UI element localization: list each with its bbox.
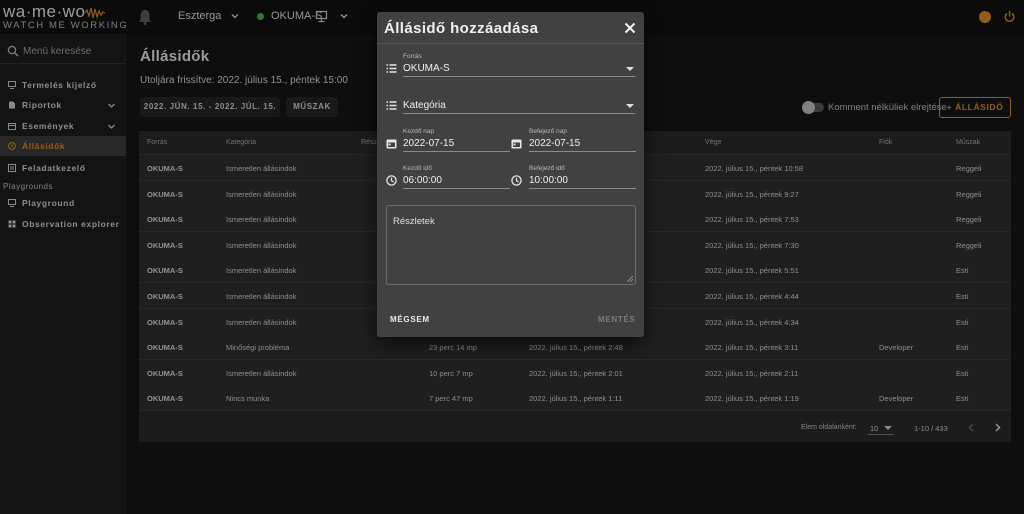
calendar-icon[interactable] [386,138,397,149]
source-underline [403,76,635,77]
end-date-underline [529,151,636,152]
clock-icon[interactable] [511,175,522,186]
caret-down-icon[interactable] [626,67,634,71]
start-date-underline [403,151,510,152]
clock-icon[interactable] [386,175,397,186]
list-icon [386,101,397,110]
source-select[interactable]: OKUMA-S [403,63,450,74]
save-button[interactable]: MENTÉS [598,315,636,324]
end-date-input[interactable]: 2022-07-15 [529,138,580,149]
end-time-underline [529,188,636,189]
details-textarea[interactable]: Részletek [386,205,636,285]
end-date-label: Befejező nap [529,128,567,135]
start-time-underline [403,188,510,189]
category-select[interactable]: Kategória [403,100,446,111]
close-icon[interactable] [623,21,637,35]
resize-handle-icon[interactable] [627,276,633,282]
details-label: Részletek [393,216,435,227]
caret-down-icon[interactable] [626,104,634,108]
start-time-label: Kezdő idő [403,165,432,172]
calendar-icon[interactable] [511,138,522,149]
cancel-button[interactable]: MÉGSEM [390,315,430,324]
list-icon [386,64,397,73]
start-time-input[interactable]: 06:00:00 [403,175,442,186]
dialog-divider [377,43,644,44]
end-time-label: Befejező idő [529,165,565,172]
source-label: Forrás [403,53,422,60]
dialog-title: Állásidő hozzáadása [384,20,539,37]
end-time-input[interactable]: 10:00:00 [529,175,568,186]
category-underline [403,113,635,114]
start-date-label: Kezdő nap [403,128,435,135]
add-downtime-dialog: Állásidő hozzáadása Forrás OKUMA-S Kateg… [377,12,644,337]
start-date-input[interactable]: 2022-07-15 [403,138,454,149]
